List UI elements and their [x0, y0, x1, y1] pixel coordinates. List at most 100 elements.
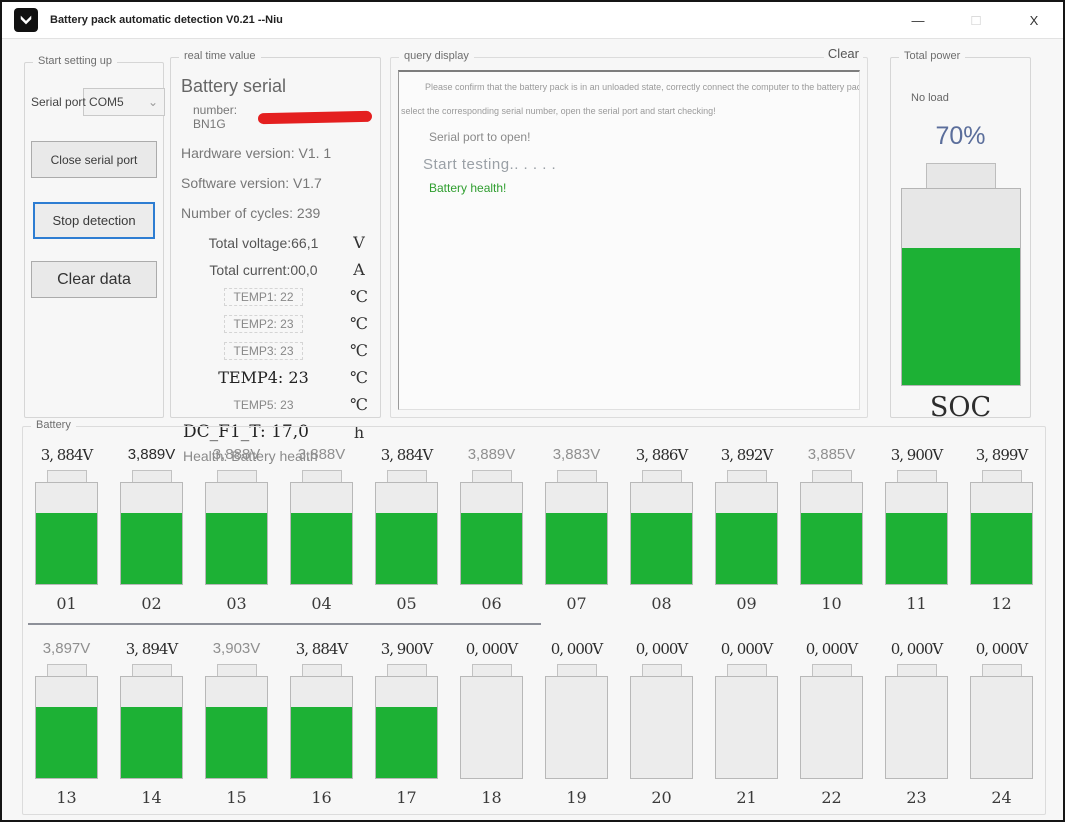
temp-row-1: TEMP1: 22℃	[181, 287, 372, 306]
cell-voltage: 3,885V	[800, 443, 863, 467]
temp-value: TEMP4: 23	[181, 368, 346, 387]
soc-percentage: 70%	[891, 122, 1030, 151]
cell-number: 13	[35, 788, 98, 807]
battery-serial-title: Battery serial	[181, 76, 372, 97]
cell-number: 06	[460, 594, 523, 613]
cell-fill	[376, 513, 437, 584]
cell-number: 23	[885, 788, 948, 807]
cell-body	[800, 482, 863, 585]
soc-label: SOC	[891, 392, 1030, 423]
serial-port-label: Serial port COM5	[31, 95, 124, 109]
cell-fill	[801, 513, 862, 584]
cell-body	[885, 482, 948, 585]
cell-voltage: 0, 000V	[885, 637, 948, 661]
battery-body	[901, 188, 1021, 386]
log-message-4: Start testing.. . . . .	[399, 156, 859, 173]
cell-voltage: 3, 894V	[120, 637, 183, 661]
cell-number: 07	[545, 594, 608, 613]
cell-number: 15	[205, 788, 268, 807]
cell-fill	[36, 707, 97, 778]
cell-voltage: 0, 000V	[460, 637, 523, 661]
cell-number: 08	[630, 594, 693, 613]
cell-body	[35, 676, 98, 779]
cell-body	[885, 676, 948, 779]
cell-body	[630, 482, 693, 585]
temp-value: TEMP2: 23	[181, 315, 346, 333]
cell-fill	[376, 707, 437, 778]
soc-battery-icon	[901, 163, 1021, 386]
celsius-unit: ℃	[346, 314, 372, 333]
cell-number: 20	[630, 788, 693, 807]
cell-body	[205, 482, 268, 585]
software-version: Software version: V1.7	[181, 175, 372, 191]
stop-detection-button[interactable]: Stop detection	[33, 202, 155, 239]
cell-voltage: 3, 884V	[375, 443, 438, 467]
celsius-unit: ℃	[346, 368, 372, 387]
temp-row-5: TEMP5: 23℃	[181, 395, 372, 414]
battery-cell-11: 3, 900V11	[885, 443, 948, 613]
app-window: Battery pack automatic detection V0.21 -…	[0, 0, 1065, 822]
cell-fill	[121, 707, 182, 778]
load-status: No load	[911, 92, 1030, 104]
temp-row-3: TEMP3: 23℃	[181, 341, 372, 360]
cell-fill	[36, 513, 97, 584]
cell-fill	[206, 707, 267, 778]
log-message-2: select the corresponding serial number, …	[399, 106, 859, 116]
battery-cell-14: 3, 894V14	[120, 637, 183, 807]
battery-cell-01: 3, 884V 01	[35, 443, 98, 613]
cell-number: 01	[35, 594, 98, 613]
cell-voltage: 3, 900V	[375, 637, 438, 661]
battery-cell-13: 3,897V 13	[35, 637, 98, 807]
window-title: Battery pack automatic detection V0.21 -…	[50, 14, 283, 26]
total-voltage: Total voltage:66,1	[181, 235, 346, 251]
battery-cell-15: 3,903V15	[205, 637, 268, 807]
cell-body	[545, 676, 608, 779]
cell-body	[970, 676, 1033, 779]
query-log[interactable]: Please confirm that the battery pack is …	[398, 70, 860, 410]
cell-fill	[206, 513, 267, 584]
cell-voltage: 0, 000V	[800, 637, 863, 661]
cell-number: 24	[970, 788, 1033, 807]
row-separator	[28, 623, 541, 625]
maximize-button[interactable]: □	[947, 2, 1005, 39]
celsius-unit: ℃	[346, 395, 372, 414]
battery-cell-02: 3,889V02	[120, 443, 183, 613]
cell-fill	[546, 513, 607, 584]
battery-cell-06: 3,889V06	[460, 443, 523, 613]
serial-redaction-mark	[258, 110, 373, 123]
cell-voltage: 3,897V	[35, 637, 98, 661]
battery-cell-24: 0, 000V24	[970, 637, 1033, 807]
celsius-unit: ℃	[346, 287, 372, 306]
cell-body	[120, 482, 183, 585]
minimize-button[interactable]: —	[889, 2, 947, 39]
cell-fill	[121, 513, 182, 584]
cell-body	[120, 676, 183, 779]
cell-voltage: 0, 000V	[715, 637, 778, 661]
cell-voltage: 3, 884V	[35, 443, 98, 467]
cell-number: 03	[205, 594, 268, 613]
cell-number: 05	[375, 594, 438, 613]
cell-number: 16	[290, 788, 353, 807]
total-power-title: Total power	[899, 50, 965, 62]
battery-serial-number: number: BN1G	[193, 103, 256, 131]
cell-body	[290, 676, 353, 779]
clear-log-button[interactable]: Clear	[824, 46, 863, 61]
cell-number: 21	[715, 788, 778, 807]
close-button[interactable]: X	[1005, 2, 1063, 39]
cell-voltage: 3,888V	[205, 443, 268, 467]
battery-cell-22: 0, 000V22	[800, 637, 863, 807]
cell-body	[205, 676, 268, 779]
battery-fill	[902, 248, 1020, 385]
clear-data-button[interactable]: Clear data	[31, 261, 157, 298]
battery-cell-19: 0, 000V19	[545, 637, 608, 807]
current-unit: A	[346, 260, 372, 279]
cell-voltage: 3, 900V	[885, 443, 948, 467]
battery-cell-18: 0, 000V18	[460, 637, 523, 807]
close-serial-port-button[interactable]: Close serial port	[31, 141, 157, 178]
cell-voltage: 3,889V	[120, 443, 183, 467]
cell-fill	[631, 513, 692, 584]
cell-fill	[716, 513, 777, 584]
cell-body	[800, 676, 863, 779]
cell-body	[375, 482, 438, 585]
cell-fill	[461, 513, 522, 584]
